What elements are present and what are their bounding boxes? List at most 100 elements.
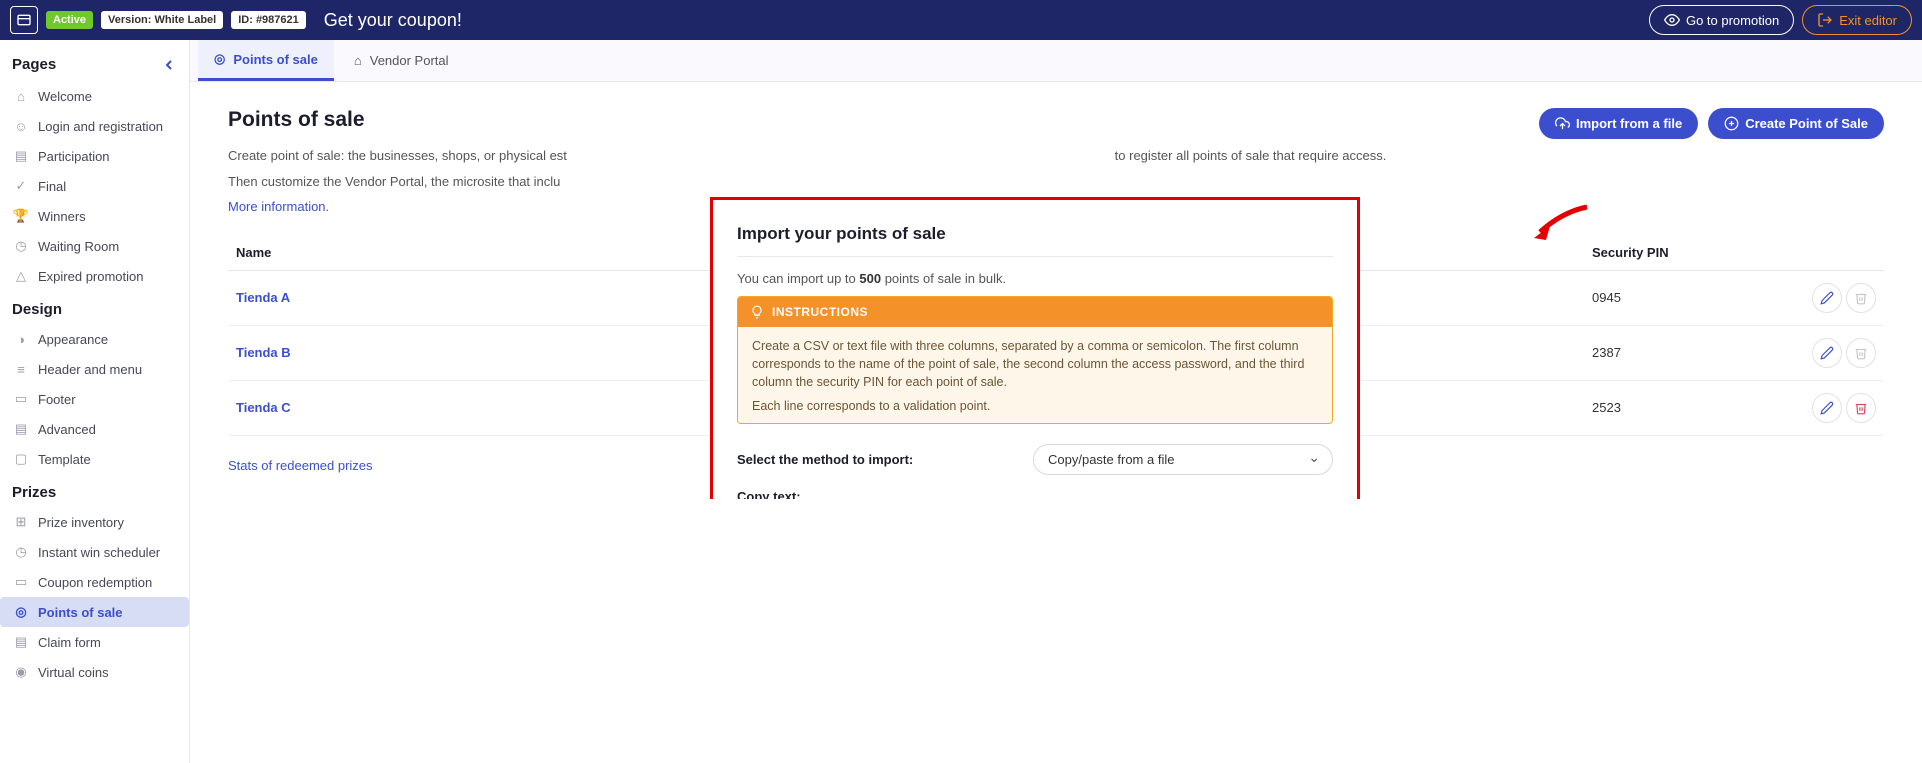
- annotation-arrow: [1532, 202, 1592, 242]
- edit-button[interactable]: [1812, 338, 1842, 368]
- exit-editor-label: Exit editor: [1839, 13, 1897, 28]
- sidebar-item-waiting-room[interactable]: ◷ Waiting Room: [0, 231, 189, 261]
- instructions-panel: INSTRUCTIONS Create a CSV or text file w…: [737, 296, 1333, 424]
- create-point-of-sale-button[interactable]: Create Point of Sale: [1708, 108, 1884, 139]
- sidebar-item-header-menu[interactable]: ≡Header and menu: [0, 354, 189, 384]
- id-badge: ID: #987621: [231, 11, 306, 29]
- go-to-promotion-button[interactable]: Go to promotion: [1649, 5, 1794, 35]
- sidebar-item-expired[interactable]: △ Expired promotion: [0, 261, 189, 291]
- sidebar-item-label: Header and menu: [38, 362, 142, 377]
- content-area: Points of sale Import from a file Create…: [190, 82, 1922, 499]
- clock-icon: ◷: [12, 237, 30, 255]
- more-information-link[interactable]: More information: [228, 199, 326, 214]
- sidebar-item-virtual-coins[interactable]: ◉ Virtual coins: [0, 657, 189, 687]
- sidebar-item-prize-inventory[interactable]: ⊞ Prize inventory: [0, 507, 189, 537]
- import-from-file-button[interactable]: Import from a file: [1539, 108, 1698, 139]
- instructions-header: INSTRUCTIONS: [738, 297, 1332, 327]
- delete-button[interactable]: [1846, 338, 1876, 368]
- create-button-label: Create Point of Sale: [1745, 116, 1868, 131]
- sidebar-item-welcome[interactable]: ⌂Welcome: [0, 81, 189, 111]
- sidebar-item-label: Coupon redemption: [38, 575, 152, 590]
- sidebar-item-label: Points of sale: [38, 605, 123, 620]
- sidebar-item-label: Final: [38, 179, 66, 194]
- form-icon: ▤: [12, 633, 30, 651]
- sidebar-item-label: Login and registration: [38, 119, 163, 134]
- sidebar-item-coupon-redemption[interactable]: ▭ Coupon redemption: [0, 567, 189, 597]
- version-badge: Version: White Label: [101, 11, 223, 29]
- col-pin-header: Security PIN: [1584, 235, 1784, 271]
- pencil-icon: [1820, 346, 1834, 360]
- instructions-title: INSTRUCTIONS: [772, 305, 868, 319]
- trash-icon: [1854, 346, 1868, 360]
- plus-circle-icon: [1724, 116, 1739, 131]
- sidebar-item-label: Winners: [38, 209, 86, 224]
- file-icon: ▤: [12, 147, 30, 165]
- ticket-icon: ▭: [12, 573, 30, 591]
- page-title: Points of sale: [228, 108, 1519, 132]
- delete-button[interactable]: [1846, 283, 1876, 313]
- sidebar-item-label: Expired promotion: [38, 269, 144, 284]
- import-button-label: Import from a file: [1576, 116, 1682, 131]
- status-badge: Active: [46, 11, 93, 29]
- tab-label: Points of sale: [233, 52, 318, 67]
- gift-icon: ⊞: [12, 513, 30, 531]
- sidebar-item-claim-form[interactable]: ▤Claim form: [0, 627, 189, 657]
- exit-editor-button[interactable]: Exit editor: [1802, 5, 1912, 35]
- sidebar-item-label: Participation: [38, 149, 110, 164]
- sidebar-item-label: Instant win scheduler: [38, 545, 160, 560]
- edit-button[interactable]: [1812, 393, 1842, 423]
- instructions-body: Create a CSV or text file with three col…: [738, 327, 1332, 424]
- sidebar-item-label: Appearance: [38, 332, 108, 347]
- sidebar-item-label: Prize inventory: [38, 515, 124, 530]
- sidebar-item-label: Welcome: [38, 89, 92, 104]
- edit-button[interactable]: [1812, 283, 1842, 313]
- import-method-row: Select the method to import: Copy/paste …: [737, 444, 1333, 475]
- pos-pin: 0945: [1584, 270, 1784, 325]
- tab-points-of-sale[interactable]: ◎ Points of sale: [198, 40, 334, 81]
- palette-icon: ◑: [12, 330, 30, 348]
- pin-icon: ◎: [214, 51, 225, 67]
- sidebar-item-label: Footer: [38, 392, 76, 407]
- chevron-left-icon: [161, 57, 177, 73]
- sidebar-item-winners[interactable]: 🏆Winners: [0, 201, 189, 231]
- sidebar-item-participation[interactable]: ▤ Participation: [0, 141, 189, 171]
- import-modal: Import your points of sale You can impor…: [710, 197, 1360, 499]
- user-icon: ☺: [12, 117, 30, 135]
- pos-pin: 2523: [1584, 380, 1784, 435]
- sidebar-prizes-title: Prizes: [0, 474, 189, 507]
- description-line-1: Create point of sale: the businesses, sh…: [228, 146, 1884, 166]
- sidebar-item-footer[interactable]: ▭ Footer: [0, 384, 189, 414]
- pin-icon: ◎: [12, 603, 30, 621]
- tab-vendor-portal[interactable]: ⌂ Vendor Portal: [338, 40, 465, 81]
- sidebar-item-login[interactable]: ☺ Login and registration: [0, 111, 189, 141]
- lightbulb-icon: [750, 305, 764, 319]
- page-header-title: Get your coupon!: [324, 10, 462, 31]
- app-logo[interactable]: [10, 6, 38, 34]
- sidebar-item-label: Virtual coins: [38, 665, 109, 680]
- sidebar-pages-title: Pages: [12, 56, 56, 73]
- sidebar: Pages ⌂Welcome ☺ Login and registration ▤…: [0, 40, 190, 763]
- top-bar: Active Version: White Label ID: #987621 …: [0, 0, 1922, 40]
- sidebar-item-appearance[interactable]: ◑ Appearance: [0, 324, 189, 354]
- sidebar-collapse-button[interactable]: [161, 57, 177, 73]
- alert-icon: △: [12, 267, 30, 285]
- instructions-text-1: Create a CSV or text file with three col…: [752, 337, 1318, 391]
- copy-text-label: Copy text:: [737, 489, 1333, 499]
- delete-button[interactable]: [1846, 393, 1876, 423]
- modal-subtitle: You can import up to 500 points of sale …: [737, 271, 1333, 286]
- coin-icon: ◉: [12, 663, 30, 681]
- pencil-icon: [1820, 291, 1834, 305]
- trash-icon: [1854, 291, 1868, 305]
- sidebar-item-instant-win[interactable]: ◷ Instant win scheduler: [0, 537, 189, 567]
- stats-redeemed-link[interactable]: Stats of redeemed prizes: [228, 458, 373, 473]
- main-area: ◎ Points of sale ⌂ Vendor Portal Points …: [190, 40, 1922, 763]
- schedule-icon: ◷: [12, 543, 30, 561]
- sidebar-item-points-of-sale[interactable]: ◎ Points of sale: [0, 597, 189, 627]
- footer-icon: ▭: [12, 390, 30, 408]
- import-method-select[interactable]: Copy/paste from a file: [1033, 444, 1333, 475]
- sidebar-item-final[interactable]: ✓Final: [0, 171, 189, 201]
- pencil-icon: [1820, 401, 1834, 415]
- sidebar-item-advanced[interactable]: ▤Advanced: [0, 414, 189, 444]
- sidebar-item-label: Waiting Room: [38, 239, 119, 254]
- sidebar-item-template[interactable]: ▢Template: [0, 444, 189, 474]
